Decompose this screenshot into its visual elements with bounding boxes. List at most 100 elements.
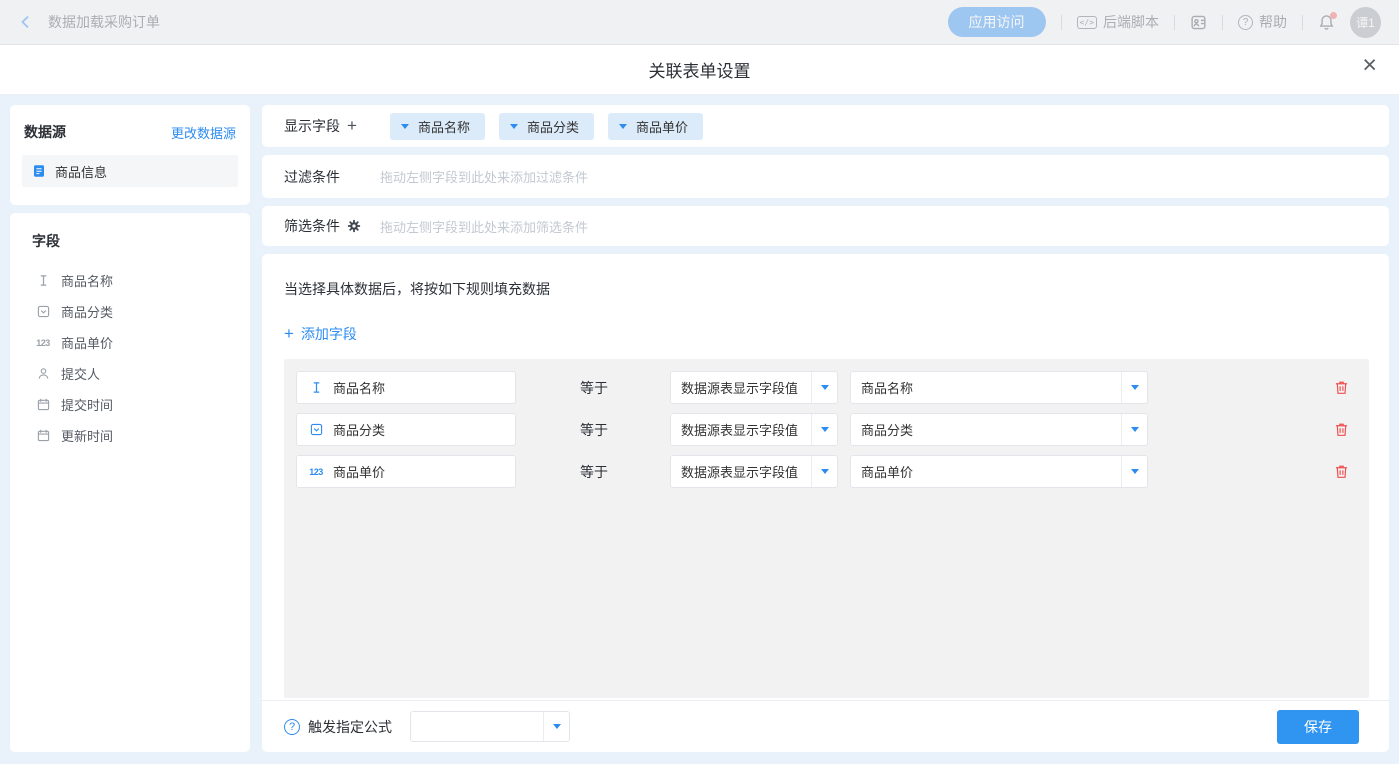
rule-target-field[interactable]: 商品分类 (296, 413, 516, 446)
code-icon: </> (1077, 16, 1097, 29)
filter-placeholder: 拖动左侧字段到此处来添加过滤条件 (380, 167, 588, 186)
notifications-button[interactable] (1318, 14, 1335, 31)
help-label: 帮助 (1259, 12, 1287, 32)
chevron-down-icon (1121, 456, 1147, 487)
calendar-icon (35, 398, 51, 411)
modal-footer: ? 触发指定公式 保存 (262, 700, 1389, 752)
display-tag-product-price[interactable]: 商品单价 (608, 113, 703, 140)
display-tag-product-name[interactable]: 商品名称 (390, 113, 485, 140)
fields-title: 字段 (32, 231, 238, 251)
field-item-label: 提交时间 (61, 395, 113, 414)
save-button[interactable]: 保存 (1277, 710, 1359, 744)
contacts-button[interactable] (1190, 14, 1207, 31)
question-icon: ? (1238, 15, 1253, 30)
field-item-product-category[interactable]: 商品分类 (22, 296, 238, 327)
rule-target-field[interactable]: 商品名称 (296, 371, 516, 404)
chevron-down-icon (1121, 372, 1147, 403)
app-title: 数据加载采购订单 (48, 12, 160, 32)
datasource-title: 数据源 (24, 122, 66, 142)
value-type-select[interactable]: 数据源表显示字段值 (670, 455, 838, 488)
add-display-field-icon[interactable]: + (347, 116, 357, 136)
display-tag-product-category[interactable]: 商品分类 (499, 113, 594, 140)
rule-row-product-price: 123 商品单价 等于 数据源表显示字段值 商品单价 (296, 455, 1357, 488)
field-item-submit-time[interactable]: 提交时间 (22, 389, 238, 420)
value-field-value: 商品分类 (851, 420, 1121, 439)
field-item-label: 商品名称 (61, 271, 113, 290)
display-fields-label: 显示字段 (284, 116, 340, 136)
field-item-label: 商品分类 (61, 302, 113, 321)
fields-card: 字段 商品名称 商品分类 123 商品单价 提 (10, 213, 250, 752)
modal-header: 关联表单设置 × (0, 45, 1399, 95)
chevron-down-icon (543, 712, 569, 741)
value-type-select[interactable]: 数据源表显示字段值 (670, 413, 838, 446)
sidebar: 数据源 更改数据源 商品信息 字段 商品名称 商品分类 (10, 105, 250, 752)
help-circle-icon[interactable]: ? (284, 719, 300, 735)
value-field-select[interactable]: 商品分类 (850, 413, 1148, 446)
number-field-icon: 123 (308, 467, 324, 477)
delete-rule-button[interactable] (1334, 380, 1349, 395)
value-field-select[interactable]: 商品单价 (850, 455, 1148, 488)
change-datasource-link[interactable]: 更改数据源 (171, 123, 236, 142)
rule-target-field[interactable]: 123 商品单价 (296, 455, 516, 488)
add-field-label: 添加字段 (301, 324, 357, 344)
trigger-formula-select[interactable] (410, 711, 570, 742)
value-type-value: 数据源表显示字段值 (671, 378, 811, 397)
value-type-value: 数据源表显示字段值 (671, 420, 811, 439)
rule-field-label: 商品名称 (333, 378, 385, 397)
number-field-icon: 123 (35, 338, 51, 348)
avatar[interactable]: 谭1 (1350, 7, 1381, 38)
rules-hint: 当选择具体数据后，将按如下规则填充数据 (262, 254, 1389, 299)
modal-title: 关联表单设置 (649, 57, 751, 82)
datasource-item[interactable]: 商品信息 (22, 155, 238, 187)
field-item-label: 更新时间 (61, 426, 113, 445)
field-item-product-price[interactable]: 123 商品单价 (22, 327, 238, 358)
field-item-label: 提交人 (61, 364, 100, 383)
rule-operator: 等于 (580, 462, 670, 482)
tag-label: 商品名称 (418, 117, 470, 136)
value-type-select[interactable]: 数据源表显示字段值 (670, 371, 838, 404)
value-field-select[interactable]: 商品名称 (850, 371, 1148, 404)
notification-dot (1330, 12, 1337, 19)
datasource-card: 数据源 更改数据源 商品信息 (10, 105, 250, 205)
filter-condition-row[interactable]: 过滤条件 拖动左侧字段到此处来添加过滤条件 (262, 155, 1389, 198)
filter-condition-label: 过滤条件 (284, 167, 340, 187)
trash-icon (1334, 422, 1349, 437)
chevron-down-icon (1121, 414, 1147, 445)
delete-rule-button[interactable] (1334, 464, 1349, 479)
screening-placeholder: 拖动左侧字段到此处来添加筛选条件 (380, 217, 588, 236)
gear-icon[interactable] (347, 219, 361, 233)
field-item-label: 商品单价 (61, 333, 113, 352)
screening-condition-row[interactable]: 筛选条件 拖动左侧字段到此处来添加筛选条件 (262, 206, 1389, 246)
divider (1061, 15, 1062, 30)
chevron-down-icon (619, 124, 627, 129)
chevron-down-icon (811, 456, 837, 487)
help-button[interactable]: ? 帮助 (1238, 12, 1287, 32)
fill-rules-card: 当选择具体数据后，将按如下规则填充数据 + 添加字段 商品名称 等于 (262, 254, 1389, 752)
chevron-down-icon (401, 124, 409, 129)
text-field-icon (308, 381, 324, 394)
field-item-product-name[interactable]: 商品名称 (22, 265, 238, 296)
tag-label: 商品分类 (527, 117, 579, 136)
field-item-submitter[interactable]: 提交人 (22, 358, 238, 389)
field-item-update-time[interactable]: 更新时间 (22, 420, 238, 451)
back-chevron-icon[interactable] (18, 14, 34, 30)
trash-icon (1334, 380, 1349, 395)
add-field-link[interactable]: + 添加字段 (284, 324, 357, 344)
chevron-down-icon (811, 372, 837, 403)
value-field-value: 商品单价 (851, 462, 1121, 481)
plus-icon: + (284, 324, 294, 344)
app-access-button[interactable]: 应用访问 (948, 7, 1046, 37)
form-icon (32, 164, 46, 178)
rule-field-label: 商品单价 (333, 462, 385, 481)
rule-operator: 等于 (580, 378, 670, 398)
backend-script-button[interactable]: </> 后端脚本 (1077, 12, 1159, 32)
close-icon[interactable]: × (1362, 53, 1377, 78)
value-field-value: 商品名称 (851, 378, 1121, 397)
select-field-icon (308, 423, 324, 436)
rule-operator: 等于 (580, 420, 670, 440)
id-card-icon (1190, 14, 1207, 31)
backend-script-label: 后端脚本 (1103, 12, 1159, 32)
user-icon (35, 367, 51, 380)
tag-label: 商品单价 (636, 117, 688, 136)
delete-rule-button[interactable] (1334, 422, 1349, 437)
